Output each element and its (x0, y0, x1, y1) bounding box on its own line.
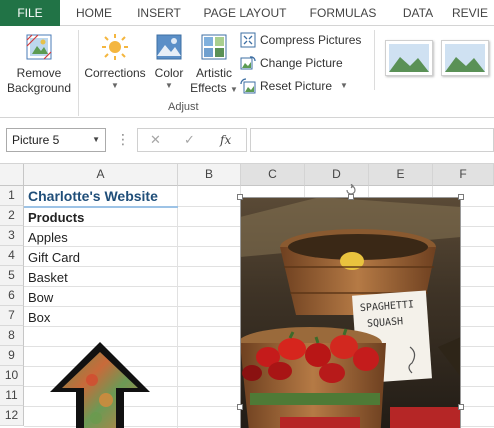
change-picture-button[interactable]: Change Picture (240, 53, 366, 73)
name-box[interactable]: Picture 5 ▼ (6, 128, 106, 152)
group-label-adjust: Adjust (168, 101, 199, 113)
reset-picture-label: Reset Picture (260, 79, 333, 93)
tab-home[interactable]: HOME (66, 0, 122, 26)
corrections-button[interactable]: Corrections ▼ (82, 32, 148, 91)
picture-style-thumb[interactable] (441, 40, 489, 76)
name-box-value: Picture 5 (12, 133, 60, 147)
artistic-effects-label-1: Artistic (196, 66, 232, 80)
row-header[interactable]: 6 (0, 286, 24, 306)
picture-style-preview-icon (445, 44, 485, 72)
row-header[interactable]: 12 (0, 406, 24, 426)
color-icon (156, 34, 182, 60)
row-header[interactable]: 11 (0, 386, 24, 406)
column-header-e[interactable]: E (369, 164, 433, 186)
gridline (177, 186, 178, 428)
column-header-c[interactable]: C (241, 164, 305, 186)
produce-basket-photo: SPAGHETTI SQUASH (240, 197, 461, 428)
cell-a4[interactable]: Gift Card (28, 248, 80, 268)
picture-5[interactable]: SPAGHETTI SQUASH (240, 197, 461, 428)
remove-background-label-2: Background (6, 81, 72, 95)
formula-bar-grip[interactable]: ⋮ (116, 128, 130, 152)
tab-data[interactable]: DATA (392, 0, 444, 26)
worksheet-grid[interactable]: A B C D E F 1 2 3 4 5 6 7 8 9 10 11 12 C… (0, 164, 494, 428)
picture-style-thumb[interactable] (385, 40, 433, 76)
compress-pictures-icon (240, 32, 256, 48)
chevron-down-icon[interactable]: ▼ (92, 129, 100, 151)
cancel-icon[interactable]: ✕ (150, 129, 161, 151)
resize-handle-ne[interactable] (458, 194, 464, 200)
formula-input[interactable] (250, 128, 494, 152)
ribbon-tab-bar: FILE HOME INSERT PAGE LAYOUT FORMULAS DA… (0, 0, 494, 26)
resize-handle-nw[interactable] (237, 194, 243, 200)
insert-function-icon[interactable]: fx (220, 129, 231, 151)
column-header-a[interactable]: A (24, 164, 178, 186)
resize-handle-w[interactable] (237, 404, 243, 410)
tab-review[interactable]: REVIE (452, 0, 494, 26)
compress-pictures-label: Compress Pictures (260, 33, 362, 47)
cell-a5[interactable]: Basket (28, 268, 68, 288)
sun-icon (102, 34, 128, 60)
row-header[interactable]: 10 (0, 366, 24, 386)
tab-file[interactable]: FILE (0, 0, 60, 26)
color-label: Color (154, 66, 184, 80)
row-header[interactable]: 7 (0, 306, 24, 326)
column-header-b[interactable]: B (178, 164, 241, 186)
enter-icon[interactable]: ✓ (184, 129, 195, 151)
chevron-down-icon: ▼ (229, 85, 238, 94)
tab-formulas[interactable]: FORMULAS (300, 0, 386, 26)
reset-picture-icon (240, 78, 256, 94)
remove-background-button[interactable]: Remove Background (4, 32, 74, 96)
row-header[interactable]: 2 (0, 206, 24, 226)
remove-background-icon (26, 34, 52, 60)
change-picture-label: Change Picture (260, 56, 343, 70)
rotate-handle-icon[interactable] (345, 184, 357, 196)
artistic-effects-button[interactable]: Artistic Effects ▼ (190, 32, 238, 97)
arrow-shape-picture[interactable] (48, 340, 152, 428)
remove-background-label-1: Remove (16, 66, 62, 80)
column-header-f[interactable]: F (433, 164, 494, 186)
cell-a7[interactable]: Box (28, 308, 50, 328)
cell-a2[interactable]: Products (28, 208, 84, 228)
cell-a3[interactable]: Apples (28, 228, 68, 248)
chevron-down-icon: ▼ (165, 81, 173, 90)
artistic-effects-label-2-text: Effects (190, 81, 227, 95)
reset-picture-button[interactable]: Reset Picture ▼ (240, 76, 366, 96)
chevron-down-icon: ▼ (340, 81, 348, 90)
compress-pictures-button[interactable]: Compress Pictures (240, 30, 366, 50)
row-header[interactable]: 3 (0, 226, 24, 246)
row-header[interactable]: 5 (0, 266, 24, 286)
cell-a1[interactable]: Charlotte's Website (28, 186, 158, 206)
chevron-down-icon: ▼ (111, 81, 119, 90)
formula-bar: Picture 5 ▼ ⋮ ✕ ✓ fx (0, 118, 494, 164)
ribbon-separator (78, 30, 79, 116)
cell-a6[interactable]: Bow (28, 288, 53, 308)
column-header-d[interactable]: D (305, 164, 369, 186)
ribbon-picture-format: Remove Background Corrections ▼ Color ▼ (0, 26, 494, 118)
row-header[interactable]: 9 (0, 346, 24, 366)
picture-styles-gallery (374, 30, 494, 90)
row-header[interactable]: 4 (0, 246, 24, 266)
picture-style-preview-icon (389, 44, 429, 72)
resize-handle-e[interactable] (458, 404, 464, 410)
row-header[interactable]: 1 (0, 186, 24, 206)
change-picture-icon (240, 56, 256, 70)
color-button[interactable]: Color ▼ (150, 32, 188, 91)
select-all-corner[interactable] (0, 164, 24, 186)
tab-insert[interactable]: INSERT (128, 0, 190, 26)
row-header[interactable]: 8 (0, 326, 24, 346)
artistic-effects-icon (201, 34, 227, 60)
formula-buttons: ✕ ✓ fx (137, 128, 247, 152)
tab-page-layout[interactable]: PAGE LAYOUT (196, 0, 294, 26)
corrections-label: Corrections (84, 66, 146, 80)
artistic-effects-label-2: Effects ▼ (190, 81, 238, 97)
